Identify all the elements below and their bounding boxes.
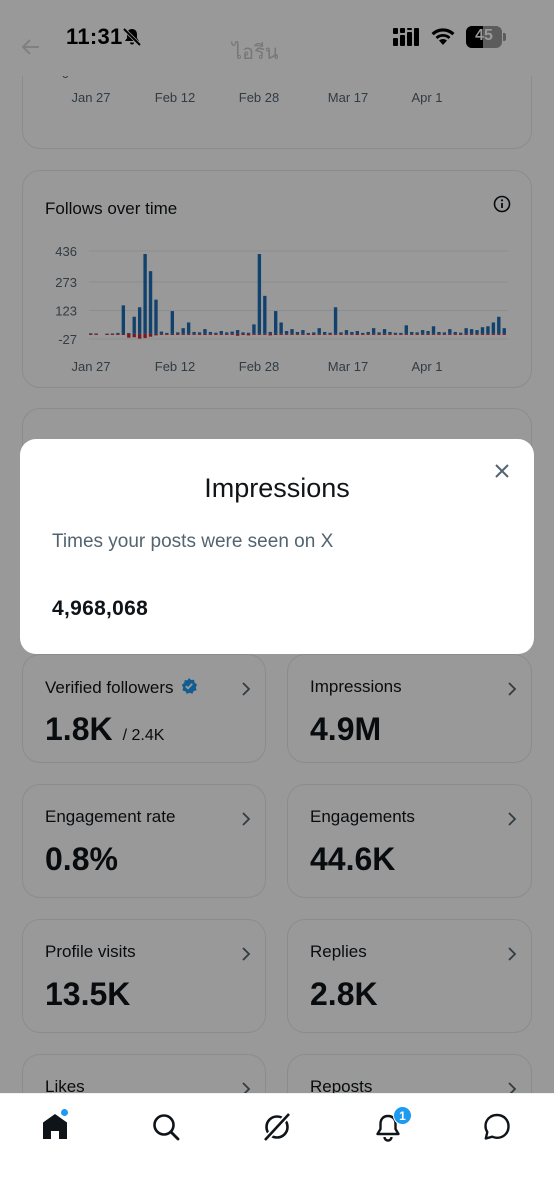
search-icon [153, 1114, 180, 1141]
grok-icon [263, 1112, 291, 1142]
search-tab[interactable] [149, 1110, 189, 1150]
dialog-description: Times your posts were seen on X [52, 531, 334, 552]
grok-tab[interactable] [260, 1110, 300, 1150]
new-content-dot [60, 1108, 69, 1117]
chat-bubble-icon [484, 1113, 510, 1140]
messages-tab[interactable] [480, 1110, 520, 1150]
bottom-navigation: 1 [0, 1093, 554, 1200]
dialog-title: Impressions [204, 473, 350, 503]
impressions-info-dialog: Impressions Times your posts were seen o… [20, 439, 534, 654]
dialog-value: 4,968,068 [52, 597, 149, 620]
home-tab[interactable] [38, 1108, 78, 1150]
notifications-badge: 1 [393, 1106, 412, 1125]
notifications-tab[interactable]: 1 [371, 1106, 412, 1150]
